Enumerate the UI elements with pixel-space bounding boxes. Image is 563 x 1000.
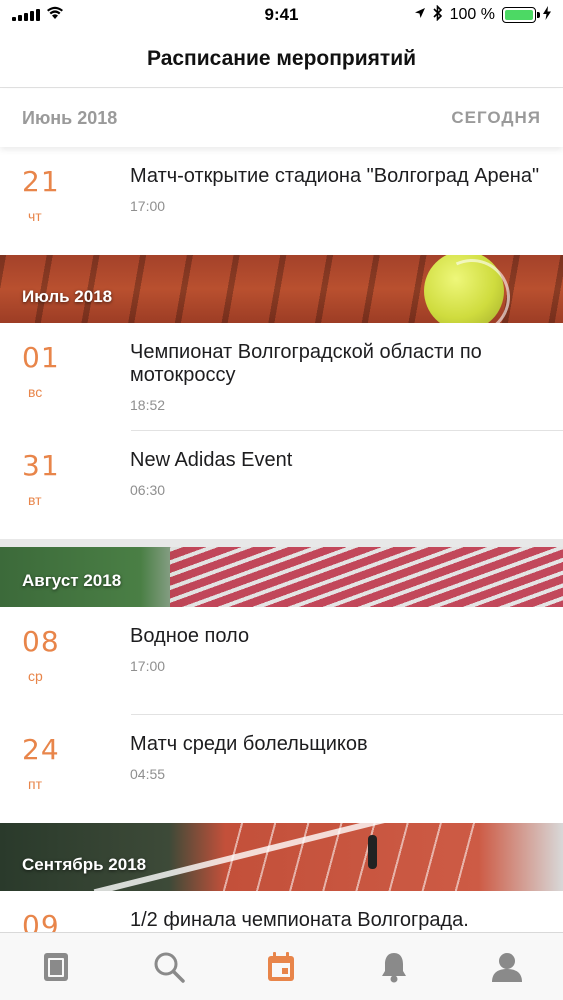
event-item[interactable]: 09 1/2 финала чемпионата Волгограда.: [0, 891, 563, 932]
event-title: New Adidas Event: [130, 449, 293, 471]
event-info: Матч среди болельщиков 04:55: [130, 715, 563, 823]
tab-search[interactable]: [139, 937, 199, 997]
event-item[interactable]: 31 вт New Adidas Event 06:30: [0, 431, 563, 539]
battery-percent: 100 %: [449, 6, 495, 23]
events-list[interactable]: 21 чт Матч-открытие стадиона "Волгоград …: [0, 147, 563, 932]
current-month-bar: Июнь 2018 СЕГОДНЯ: [0, 89, 563, 147]
event-info: Матч-открытие стадиона "Волгоград Арена"…: [130, 147, 563, 255]
runner-figure: [368, 835, 377, 869]
page-title: Расписание мероприятий: [0, 30, 563, 88]
today-button[interactable]: СЕГОДНЯ: [451, 108, 541, 128]
tab-news[interactable]: [26, 937, 86, 997]
event-weekday: ср: [28, 668, 43, 684]
month-banner-label: Август 2018: [22, 571, 122, 590]
bell-icon: [382, 952, 407, 982]
search-icon: [154, 952, 185, 983]
status-bar: 9:41 100 %: [0, 0, 563, 30]
event-weekday: пт: [28, 776, 42, 792]
event-date: 21 чт: [0, 147, 130, 255]
calendar-icon: [268, 951, 295, 981]
banner-image: [210, 823, 483, 891]
bluetooth-icon: [433, 4, 443, 26]
event-title: Матч среди болельщиков: [130, 733, 368, 755]
event-time: 17:00: [130, 658, 166, 674]
event-day: 21: [22, 165, 60, 198]
signal-icon: [12, 9, 40, 21]
month-banner-july: Июль 2018: [0, 255, 563, 323]
event-day: 31: [22, 449, 60, 482]
event-day: 01: [22, 341, 60, 374]
event-item[interactable]: 24 пт Матч среди болельщиков 04:55: [0, 715, 563, 823]
tab-notifications[interactable]: [364, 937, 424, 997]
event-title: Чемпионат Волгоградской области по моток…: [130, 341, 482, 386]
banner-rail: [0, 539, 563, 547]
banner-image: [170, 539, 563, 607]
event-date: 08 ср: [0, 607, 130, 715]
event-weekday: вт: [28, 492, 42, 508]
event-title: Водное поло: [130, 625, 250, 647]
current-month-label: Июнь 2018: [22, 107, 118, 128]
month-banner-august: Август 2018: [0, 539, 563, 607]
status-left: [12, 5, 64, 25]
wifi-icon: [46, 5, 64, 25]
tab-bar: [0, 932, 563, 1000]
event-time: 18:52: [130, 397, 166, 413]
profile-icon: [491, 952, 522, 982]
event-item[interactable]: 08 ср Водное поло 17:00: [0, 607, 563, 715]
event-date: 31 вт: [0, 431, 130, 539]
event-info: 1/2 финала чемпионата Волгограда.: [130, 891, 563, 932]
news-icon: [44, 952, 69, 981]
event-day: 08: [22, 625, 60, 658]
month-banner-label: Сентябрь 2018: [22, 855, 147, 874]
event-day: 09: [22, 909, 60, 932]
event-weekday: вс: [28, 384, 43, 400]
event-title: 1/2 финала чемпионата Волгограда.: [130, 909, 469, 931]
tab-calendar[interactable]: [251, 937, 311, 997]
month-banner-september: Сентябрь 2018: [0, 823, 563, 891]
event-weekday: чт: [28, 208, 42, 224]
status-right: 100 %: [414, 4, 551, 26]
event-time: 17:00: [130, 198, 166, 214]
event-info: Водное поло 17:00: [130, 607, 563, 715]
month-banner-label: Июль 2018: [22, 287, 113, 306]
location-arrow-icon: [414, 6, 426, 24]
event-time: 04:55: [130, 766, 166, 782]
event-date: 24 пт: [0, 715, 130, 823]
event-day: 24: [22, 733, 60, 766]
event-item[interactable]: 01 вс Чемпионат Волгоградской области по…: [0, 323, 563, 431]
event-item[interactable]: 21 чт Матч-открытие стадиона "Волгоград …: [0, 147, 563, 255]
event-info: New Adidas Event 06:30: [130, 431, 563, 539]
event-info: Чемпионат Волгоградской области по моток…: [130, 323, 563, 431]
event-title: Матч-открытие стадиона "Волгоград Арена": [130, 165, 540, 187]
event-date: 01 вс: [0, 323, 130, 431]
event-time: 06:30: [130, 482, 166, 498]
tab-profile[interactable]: [477, 937, 537, 997]
event-date: 09: [0, 891, 130, 932]
charging-icon: [543, 5, 551, 25]
battery-icon: [502, 7, 540, 23]
tennis-ball-image: [424, 255, 504, 323]
